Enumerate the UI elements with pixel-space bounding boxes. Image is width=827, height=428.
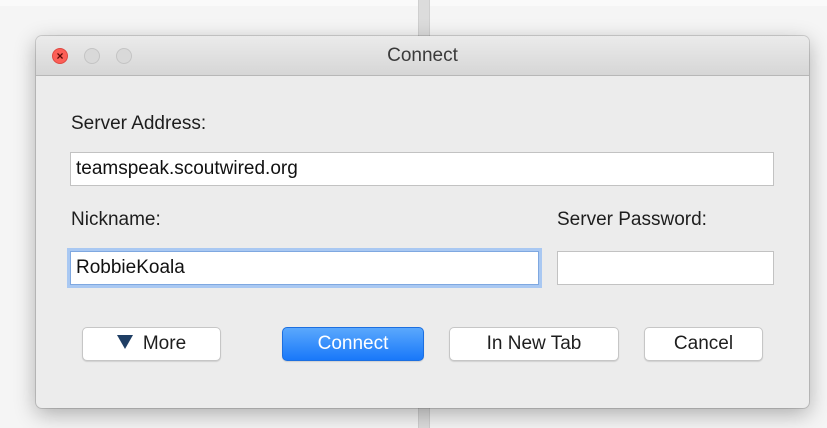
more-button-label: More bbox=[142, 333, 187, 354]
title-bar: × Connect bbox=[36, 36, 809, 76]
server-password-label: Server Password: bbox=[557, 209, 707, 230]
in-new-tab-button[interactable]: In New Tab bbox=[449, 327, 619, 361]
more-button[interactable]: More bbox=[82, 327, 221, 361]
background-strip bbox=[0, 0, 827, 6]
server-address-input[interactable] bbox=[70, 152, 774, 186]
nickname-label: Nickname: bbox=[71, 209, 161, 230]
triangle-down-icon bbox=[116, 334, 133, 349]
server-address-label: Server Address: bbox=[71, 113, 207, 134]
nickname-input[interactable] bbox=[70, 251, 539, 285]
window-title: Connect bbox=[387, 45, 458, 66]
connect-dialog: × Connect Server Address: Nickname: Serv… bbox=[36, 36, 809, 408]
cancel-button[interactable]: Cancel bbox=[644, 327, 763, 361]
server-password-input[interactable] bbox=[557, 251, 774, 285]
connect-button[interactable]: Connect bbox=[282, 327, 424, 361]
